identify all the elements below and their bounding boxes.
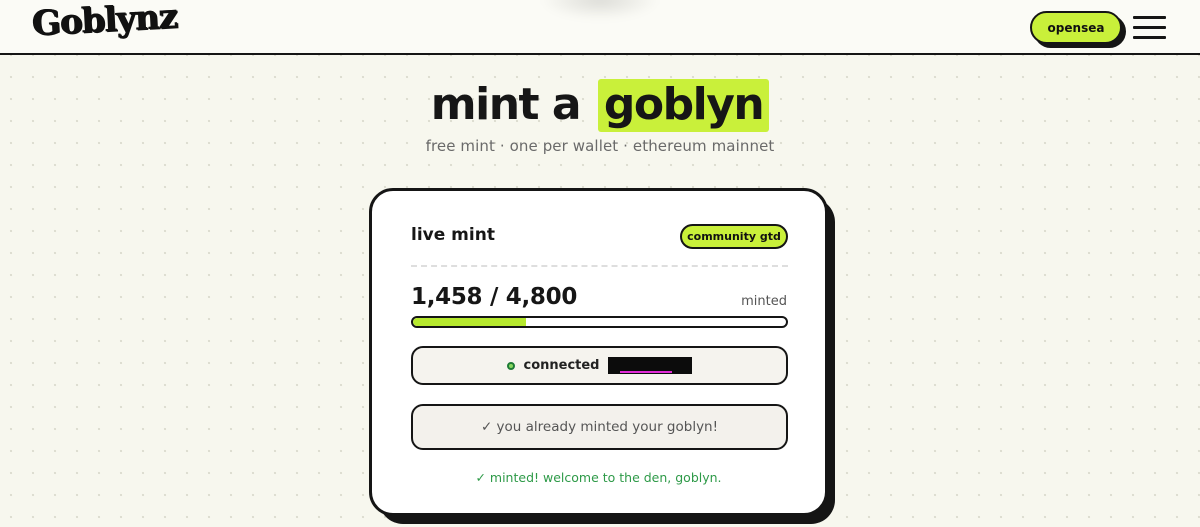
mint-count: 1,458 / 4,800 xyxy=(411,284,578,310)
wallet-status-label: connected xyxy=(523,358,600,373)
status-dot-icon xyxy=(507,361,516,370)
site-header: Goblynz opensea xyxy=(0,0,1200,55)
menu-line xyxy=(1133,36,1166,39)
mint-progress-fill xyxy=(413,318,527,326)
mint-progress-bar xyxy=(411,316,788,328)
page-subtitle: free mint · one per wallet · ethereum ma… xyxy=(425,137,775,155)
card-divider xyxy=(411,265,788,267)
page-title-prefix: mint a xyxy=(430,79,582,130)
opensea-button[interactable]: opensea xyxy=(1030,11,1122,44)
mint-button[interactable]: ✓ you already minted your goblyn! xyxy=(411,404,788,450)
mint-card: live mint community gtd 1,458 / 4,800 mi… xyxy=(369,188,828,516)
opensea-button-wrapper: opensea xyxy=(1030,11,1126,48)
page-title-highlight: goblyn xyxy=(597,79,770,132)
wallet-status-button[interactable]: connected xyxy=(411,346,788,385)
menu-line xyxy=(1133,16,1166,19)
site-logo[interactable]: Goblynz xyxy=(31,0,178,44)
menu-line xyxy=(1133,26,1166,29)
hamburger-menu-icon[interactable] xyxy=(1133,14,1166,40)
card-title: live mint xyxy=(411,225,495,245)
mint-count-label: minted xyxy=(741,294,787,309)
status-badge: community gtd xyxy=(680,224,788,249)
header-decoration xyxy=(540,0,660,20)
redacted-wallet-address xyxy=(607,357,692,374)
success-message: ✓ minted! welcome to the den, goblyn. xyxy=(475,470,722,485)
page-title: mint a goblyn xyxy=(0,76,1200,134)
